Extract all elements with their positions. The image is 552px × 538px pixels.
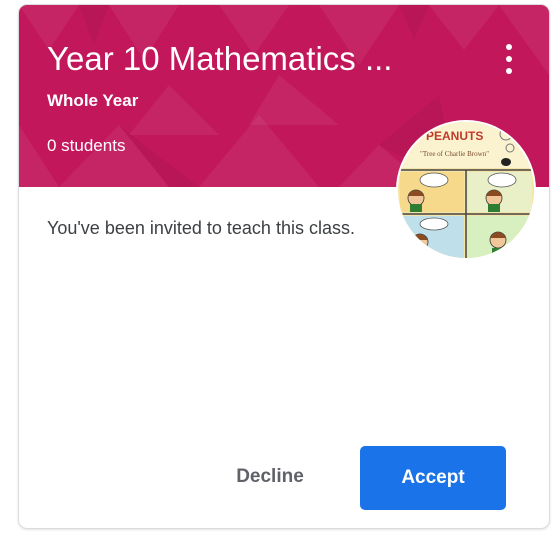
comic-avatar-image: PEANUTS "Tree of Charlie Brown" (398, 122, 534, 258)
more-options-button[interactable] (497, 39, 521, 79)
comic-caption-text: "Tree of Charlie Brown" (420, 150, 489, 158)
accept-button[interactable]: Accept (360, 446, 506, 510)
comic-banner-text: PEANUTS (426, 129, 483, 143)
class-section: Whole Year (47, 91, 139, 110)
class-owner-avatar: PEANUTS "Tree of Charlie Brown" (396, 120, 536, 260)
decline-button[interactable]: Decline (215, 451, 325, 503)
student-count: 0 students (47, 136, 126, 155)
class-invite-card: Year 10 Mathematics ... Whole Year 0 stu… (18, 4, 550, 529)
class-title[interactable]: Year 10 Mathematics ... (47, 39, 467, 79)
invite-message: You've been invited to teach this class. (47, 218, 355, 238)
